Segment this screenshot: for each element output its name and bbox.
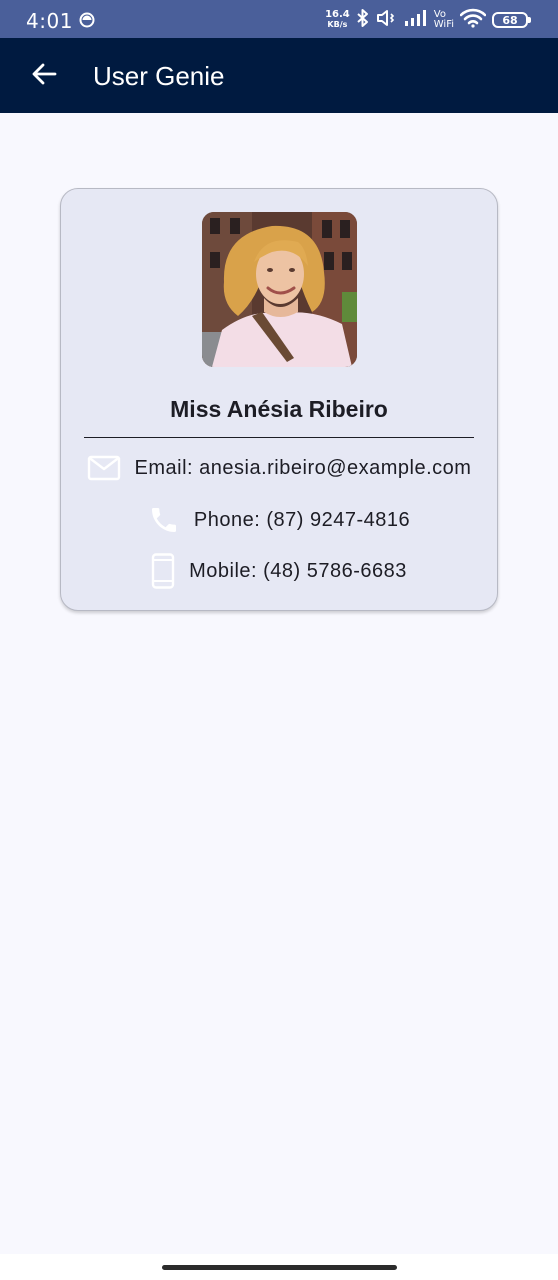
wifi-icon bbox=[459, 8, 487, 33]
mobile-text: Mobile: (48) 5786-6683 bbox=[189, 559, 407, 582]
avatar bbox=[202, 212, 357, 367]
signal-icon bbox=[404, 9, 428, 32]
status-bar: 4:01 16.4 KB/s Vo WiFi 68 bbox=[0, 0, 558, 38]
status-icons: 16.4 KB/s Vo WiFi 68 bbox=[325, 7, 531, 33]
email-text: Email: anesia.ribeiro@example.com bbox=[134, 456, 472, 479]
phone-icon bbox=[148, 504, 180, 536]
vowifi-bottom: WiFi bbox=[433, 19, 454, 30]
notification-circle-icon bbox=[79, 12, 95, 28]
bluetooth-icon bbox=[356, 8, 370, 33]
phone-text: Phone: (87) 9247-4816 bbox=[193, 508, 411, 531]
user-card: Miss Anésia Ribeiro Email: anesia.ribeir… bbox=[60, 188, 498, 611]
mail-icon bbox=[87, 455, 121, 481]
arrow-back-icon bbox=[31, 62, 57, 91]
status-time: 4:01 bbox=[26, 9, 73, 33]
divider bbox=[84, 437, 474, 438]
network-speed: 16.4 KB/s bbox=[325, 10, 350, 30]
smartphone-icon bbox=[151, 553, 175, 589]
network-speed-value: 16.4 bbox=[325, 9, 350, 20]
app-title: User Genie bbox=[93, 61, 225, 91]
gesture-bar bbox=[0, 1254, 558, 1280]
vibrate-icon bbox=[376, 8, 398, 33]
phone-row[interactable]: Phone: (87) 9247-4816 bbox=[61, 504, 497, 536]
back-button[interactable] bbox=[22, 54, 66, 98]
mobile-row[interactable]: Mobile: (48) 5786-6683 bbox=[61, 553, 497, 589]
battery-indicator: 68 bbox=[492, 12, 531, 28]
user-name: Miss Anésia Ribeiro bbox=[170, 396, 388, 422]
home-gesture-handle[interactable] bbox=[162, 1265, 397, 1270]
app-bar: User Genie bbox=[0, 38, 558, 113]
network-speed-unit: KB/s bbox=[327, 20, 348, 29]
email-row[interactable]: Email: anesia.ribeiro@example.com bbox=[61, 455, 497, 481]
vowifi-indicator: Vo WiFi bbox=[434, 10, 454, 30]
